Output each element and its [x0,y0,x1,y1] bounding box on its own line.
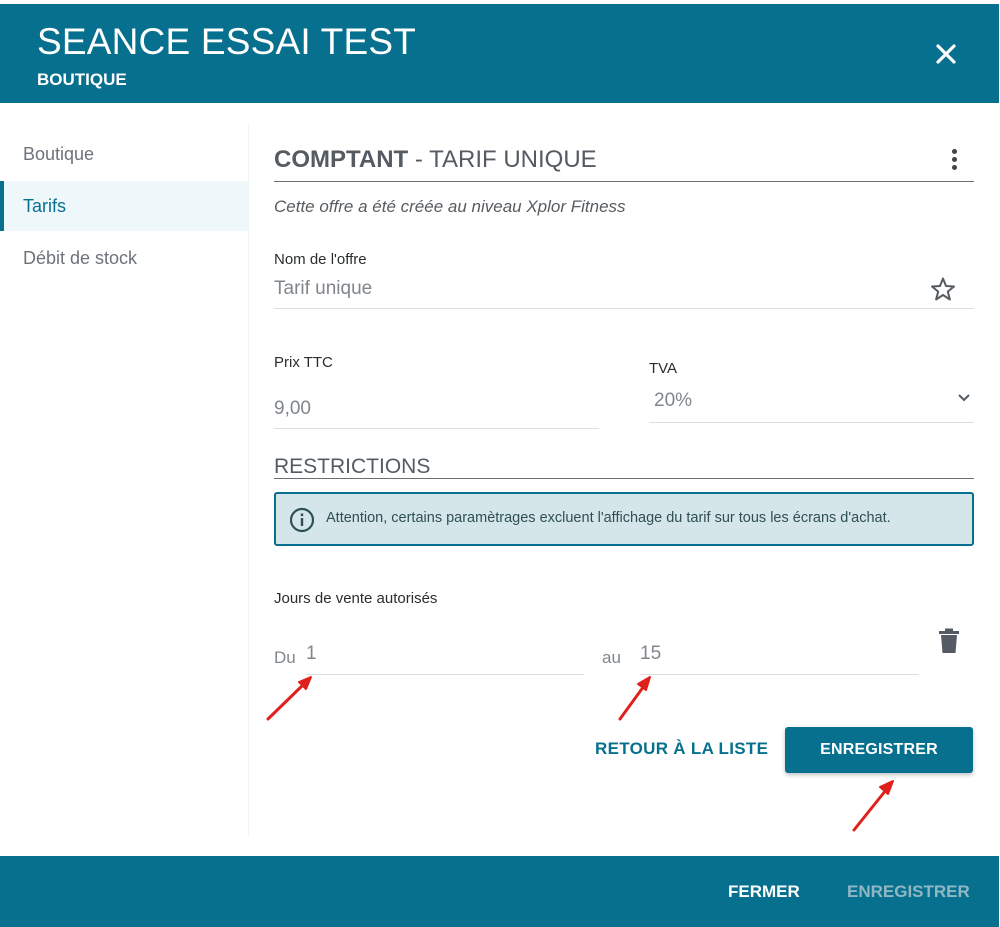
offer-name-input[interactable]: Tarif unique [274,278,372,300]
save-button[interactable]: ENREGISTRER [785,727,973,773]
price-label: Prix TTC [274,354,333,371]
offer-name-label: Nom de l'offre [274,251,367,268]
back-to-list-button[interactable]: RETOUR À LA LISTE [595,739,768,759]
sidebar: Boutique Tarifs Débit de stock [0,125,249,835]
chevron-down-icon[interactable] [957,393,971,403]
from-label: Du [274,648,296,667]
restrictions-alert: Attention, certains paramètrages excluen… [274,492,974,546]
trash-icon[interactable] [938,628,960,654]
price-underline [274,428,599,429]
to-input[interactable]: 15 [640,643,661,665]
close-dialog-button[interactable]: FERMER [728,882,800,902]
annotation-arrow-to [618,676,651,721]
close-icon [936,44,956,64]
sidebar-item-boutique[interactable]: Boutique [0,129,249,179]
restrictions-divider [274,478,974,479]
origin-note: Cette offre a été créée au niveau Xplor … [274,197,626,216]
alert-text: Attention, certains paramètrages excluen… [326,510,891,526]
sidebar-item-tarifs[interactable]: Tarifs [0,181,249,231]
vat-select[interactable]: 20% [654,390,692,412]
close-button[interactable] [930,38,962,70]
offer-name-underline [274,308,974,309]
restrictions-title: RESTRICTIONS [274,455,431,478]
dialog-footer: FERMER ENREGISTRER [0,856,999,927]
offer-title-name: - TARIF UNIQUE [408,146,597,173]
divider [274,181,974,182]
annotation-arrow-from [266,676,312,721]
more-options-icon[interactable] [946,149,962,173]
vat-label: TVA [649,360,678,377]
price-input[interactable]: 9,00 [274,398,311,420]
footer-save-button[interactable]: ENREGISTRER [847,882,970,902]
info-icon [289,507,315,533]
star-icon[interactable] [930,276,956,302]
vat-underline [649,422,974,423]
dialog: SEANCE ESSAI TEST BOUTIQUE Boutique Tari… [0,0,1000,927]
dialog-header: SEANCE ESSAI TEST BOUTIQUE [0,4,999,103]
sidebar-item-debit-de-stock[interactable]: Débit de stock [0,233,249,283]
from-underline [306,674,584,675]
sale-days-label: Jours de vente autorisés [274,590,438,607]
from-input[interactable]: 1 [306,643,317,665]
to-label: au [602,648,621,667]
dialog-subtitle: BOUTIQUE [37,70,127,89]
offer-title: COMPTANT - TARIF UNIQUE [274,146,597,174]
offer-title-type: COMPTANT [274,146,409,173]
to-underline [640,674,919,675]
dialog-title: SEANCE ESSAI TEST [37,21,417,62]
annotation-arrow-save [852,780,894,832]
